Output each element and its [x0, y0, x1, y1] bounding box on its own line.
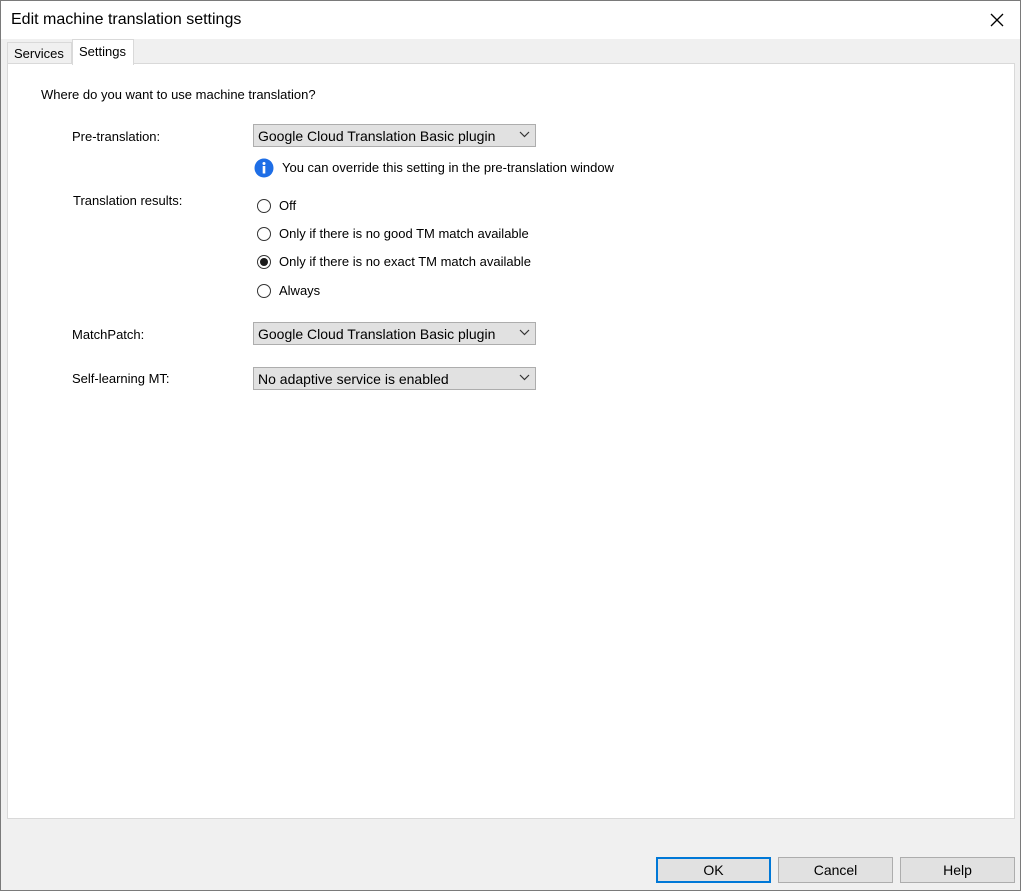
- cancel-button-label: Cancel: [813, 862, 858, 878]
- matchpatch-label: MatchPatch:: [72, 327, 145, 342]
- section-question: Where do you want to use machine transla…: [41, 87, 316, 102]
- help-button-label: Help: [943, 862, 972, 878]
- pretranslation-value: Google Cloud Translation Basic plugin: [258, 128, 496, 144]
- self-learning-label: Self-learning MT:: [72, 371, 170, 386]
- tab-settings-label: Settings: [79, 44, 126, 59]
- radio-button-checked[interactable]: [257, 255, 271, 269]
- ok-button-label: OK: [703, 862, 724, 878]
- window-title: Edit machine translation settings: [11, 11, 242, 28]
- tab-services-label: Services: [14, 46, 64, 61]
- matchpatch-value: Google Cloud Translation Basic plugin: [258, 326, 496, 342]
- radio-off-label: Off: [279, 198, 297, 213]
- cancel-button[interactable]: Cancel: [778, 857, 893, 883]
- pretranslation-info-text: You can override this setting in the pre…: [282, 160, 614, 175]
- title-bar: Edit machine translation settings: [1, 1, 1020, 39]
- radio-button[interactable]: [257, 284, 271, 298]
- tab-settings[interactable]: Settings: [72, 39, 134, 65]
- chevron-down-icon: [519, 329, 530, 336]
- help-button[interactable]: Help: [900, 857, 1015, 883]
- matchpatch-dropdown[interactable]: Google Cloud Translation Basic plugin: [253, 322, 536, 345]
- dialog-window: Edit machine translation settings Servic…: [0, 0, 1021, 891]
- self-learning-value: No adaptive service is enabled: [258, 371, 449, 387]
- chevron-down-icon: [519, 131, 530, 138]
- info-icon: [254, 158, 274, 178]
- radio-always-label: Always: [279, 283, 321, 298]
- radio-button[interactable]: [257, 199, 271, 213]
- translation-results-label: Translation results:: [73, 193, 183, 208]
- pretranslation-dropdown[interactable]: Google Cloud Translation Basic plugin: [253, 124, 536, 147]
- radio-no-exact-tm-match-label: Only if there is no exact TM match avail…: [279, 254, 531, 269]
- settings-panel: Where do you want to use machine transla…: [7, 63, 1015, 819]
- close-button[interactable]: [974, 1, 1020, 39]
- ok-button[interactable]: OK: [656, 857, 771, 883]
- chevron-down-icon: [519, 374, 530, 381]
- radio-no-good-tm-match-label: Only if there is no good TM match availa…: [279, 226, 529, 241]
- tab-services[interactable]: Services: [7, 42, 72, 63]
- radio-button[interactable]: [257, 227, 271, 241]
- close-icon: [990, 13, 1004, 27]
- pretranslation-label: Pre-translation:: [72, 129, 161, 144]
- self-learning-dropdown[interactable]: No adaptive service is enabled: [253, 367, 536, 390]
